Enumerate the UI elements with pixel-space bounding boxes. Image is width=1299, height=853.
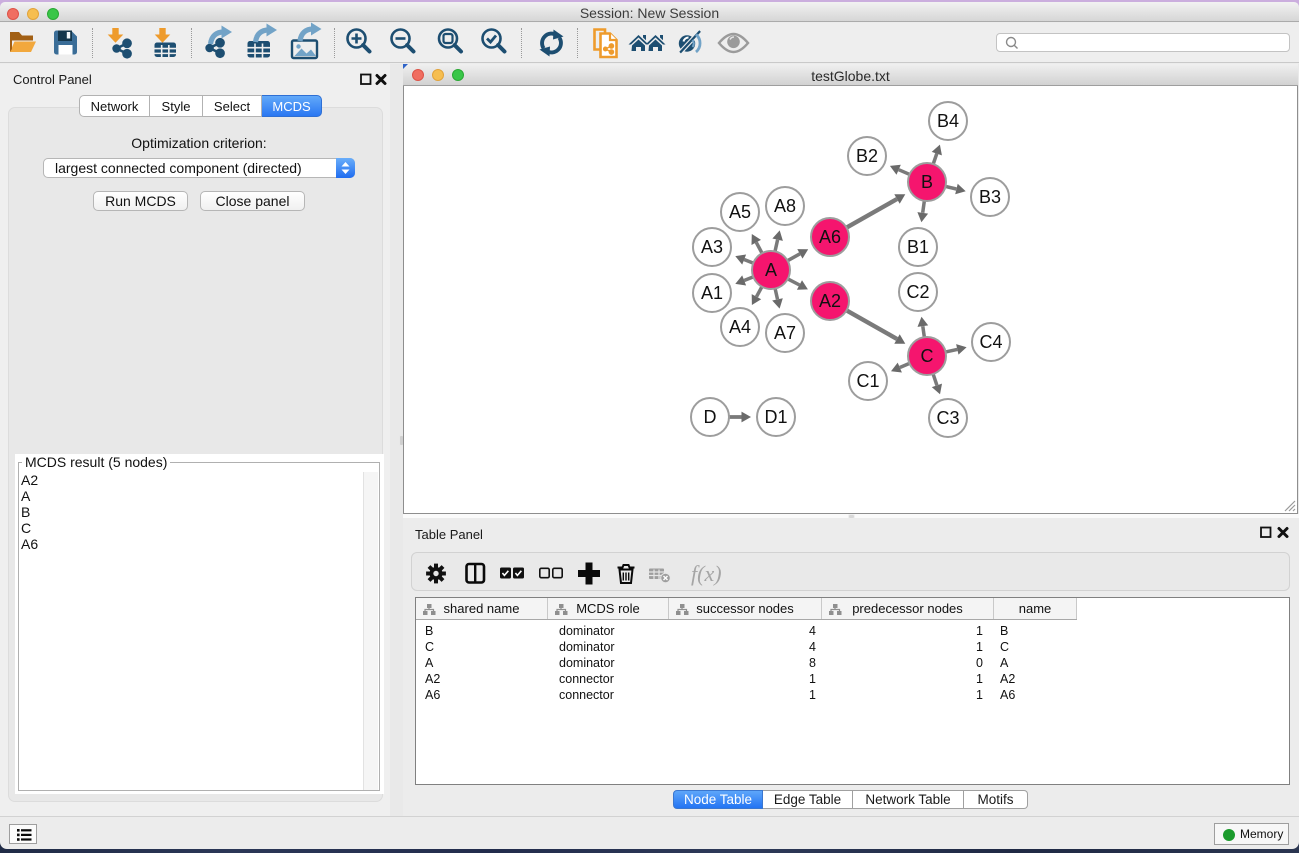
svg-text:B3: B3 (979, 187, 1001, 207)
svg-text:C3: C3 (936, 408, 959, 428)
svg-text:A2: A2 (819, 291, 841, 311)
svg-text:C2: C2 (906, 282, 929, 302)
svg-text:B4: B4 (937, 111, 959, 131)
svg-text:D1: D1 (764, 407, 787, 427)
svg-text:D: D (704, 407, 717, 427)
svg-text:A: A (765, 260, 777, 280)
svg-text:A8: A8 (774, 196, 796, 216)
svg-text:f(x): f(x) (691, 561, 722, 586)
svg-text:C: C (921, 346, 934, 366)
svg-text:C1: C1 (856, 371, 879, 391)
svg-text:B: B (921, 172, 933, 192)
svg-text:B1: B1 (907, 237, 929, 257)
svg-text:A6: A6 (819, 227, 841, 247)
svg-text:C4: C4 (979, 332, 1002, 352)
svg-text:A4: A4 (729, 317, 751, 337)
svg-text:B2: B2 (856, 146, 878, 166)
svg-text:A3: A3 (701, 237, 723, 257)
svg-text:A7: A7 (774, 323, 796, 343)
svg-text:A5: A5 (729, 202, 751, 222)
svg-text:A1: A1 (701, 283, 723, 303)
